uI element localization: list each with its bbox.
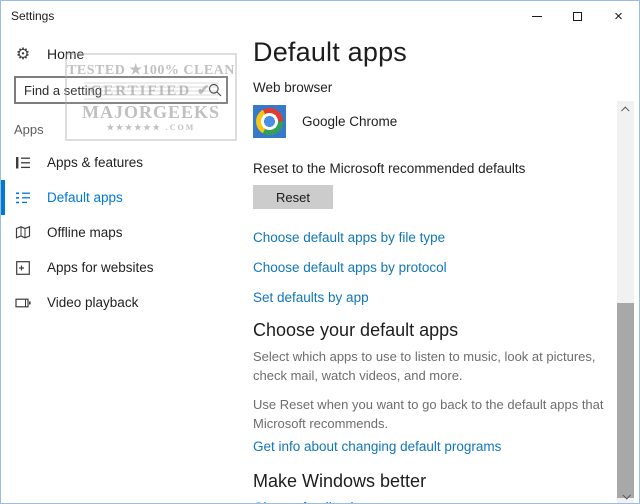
search-input[interactable] [16, 82, 204, 98]
gear-icon: ⚙ [15, 46, 31, 63]
sidebar-item-apps-for-websites[interactable]: Apps for websites [1, 250, 241, 285]
sidebar-item-home[interactable]: ⚙ Home [1, 39, 241, 69]
scroll-track[interactable] [617, 118, 634, 498]
close-icon: × [614, 7, 623, 25]
offline-maps-icon [14, 225, 32, 241]
apps-for-websites-icon [14, 260, 32, 276]
search-icon[interactable] [204, 83, 226, 97]
scrollbar[interactable] [617, 101, 634, 503]
apps-features-icon [14, 155, 32, 171]
default-browser-item[interactable]: Google Chrome [253, 105, 453, 138]
reset-button[interactable]: Reset [253, 185, 333, 209]
chrome-tile [253, 105, 286, 138]
link-get-info-default-programs[interactable]: Get info about changing default programs [253, 438, 613, 456]
sidebar-item-label: Apps & features [47, 155, 144, 170]
minimize-icon [531, 15, 542, 17]
search-box[interactable] [14, 76, 228, 104]
sidebar-item-label: Apps for websites [47, 260, 154, 275]
browser-name: Google Chrome [302, 114, 398, 129]
reset-section-label: Reset to the Microsoft recommended defau… [253, 161, 526, 176]
titlebar: Settings × [1, 1, 639, 33]
choose-description: Select which apps to use to listen to mu… [253, 349, 596, 383]
default-apps-icon [14, 190, 32, 206]
page-title: Default apps [253, 37, 407, 67]
scroll-thumb[interactable] [617, 303, 634, 498]
sidebar-item-label: Video playback [47, 295, 139, 310]
default-apps-links: Choose default apps by file type Choose … [253, 229, 613, 307]
make-windows-better-heading: Make Windows better [253, 471, 427, 491]
choose-default-apps-heading: Choose your default apps [253, 320, 459, 340]
link-choose-by-file-type[interactable]: Choose default apps by file type [253, 229, 613, 247]
link-choose-by-protocol[interactable]: Choose default apps by protocol [253, 259, 613, 277]
sidebar-item-apps-features[interactable]: Apps & features [1, 145, 241, 180]
window-title: Settings [11, 9, 55, 23]
close-button[interactable]: × [598, 1, 639, 31]
window-controls: × [516, 1, 639, 31]
link-set-defaults-by-app[interactable]: Set defaults by app [253, 289, 613, 307]
home-label: Home [47, 46, 85, 62]
sidebar-item-video-playback[interactable]: Video playback [1, 285, 241, 320]
sidebar-item-offline-maps[interactable]: Offline maps [1, 215, 241, 250]
scroll-up-button[interactable] [617, 101, 634, 118]
main-content: Default apps Web browser Google Chrome R… [241, 33, 639, 503]
chrome-logo-icon [256, 108, 283, 135]
reset-note: Use Reset when you want to go back to th… [253, 397, 604, 431]
minimize-button[interactable] [516, 1, 557, 31]
sidebar-item-label: Offline maps [47, 225, 123, 240]
settings-window: Settings × ⚙ Home Find a setting Apps Ap… [0, 0, 640, 504]
sidebar-item-default-apps[interactable]: Default apps [1, 180, 241, 215]
web-browser-label: Web browser [253, 80, 333, 95]
sidebar-nav: Apps & features Default apps Offline map… [1, 145, 241, 320]
sidebar-item-label: Default apps [47, 190, 123, 205]
maximize-icon [573, 11, 582, 21]
maximize-button[interactable] [557, 1, 598, 31]
chevron-up-icon [620, 105, 630, 115]
video-playback-icon [14, 295, 32, 311]
link-give-us-feedback[interactable]: Give us feedback [253, 499, 613, 503]
sidebar: ⚙ Home Apps [1, 33, 241, 503]
sidebar-section-label: Apps [14, 122, 44, 137]
